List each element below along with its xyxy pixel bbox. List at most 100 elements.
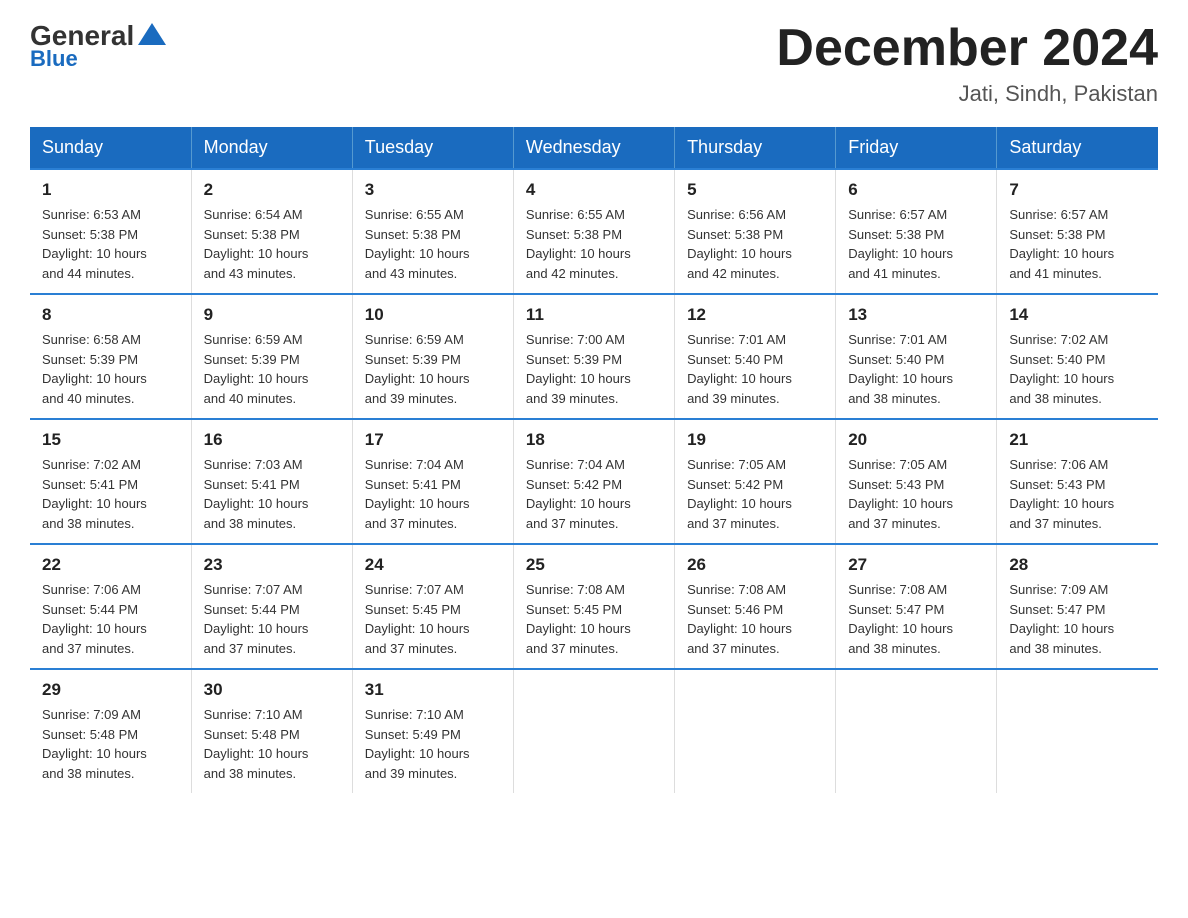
day-number: 1 [42,180,179,200]
table-row: 22 Sunrise: 7:06 AM Sunset: 5:44 PM Dayl… [30,544,191,669]
day-info: Sunrise: 7:09 AM Sunset: 5:47 PM Dayligh… [1009,580,1146,658]
day-info: Sunrise: 7:04 AM Sunset: 5:42 PM Dayligh… [526,455,662,533]
table-row: 14 Sunrise: 7:02 AM Sunset: 5:40 PM Dayl… [997,294,1158,419]
table-row: 8 Sunrise: 6:58 AM Sunset: 5:39 PM Dayli… [30,294,191,419]
col-sunday: Sunday [30,127,191,169]
day-number: 16 [204,430,340,450]
table-row [997,669,1158,793]
day-number: 7 [1009,180,1146,200]
day-info: Sunrise: 6:58 AM Sunset: 5:39 PM Dayligh… [42,330,179,408]
day-info: Sunrise: 7:05 AM Sunset: 5:42 PM Dayligh… [687,455,823,533]
day-info: Sunrise: 7:03 AM Sunset: 5:41 PM Dayligh… [204,455,340,533]
day-number: 17 [365,430,501,450]
day-info: Sunrise: 6:55 AM Sunset: 5:38 PM Dayligh… [365,205,501,283]
day-info: Sunrise: 7:09 AM Sunset: 5:48 PM Dayligh… [42,705,179,783]
day-number: 18 [526,430,662,450]
table-row: 17 Sunrise: 7:04 AM Sunset: 5:41 PM Dayl… [352,419,513,544]
table-row: 19 Sunrise: 7:05 AM Sunset: 5:42 PM Dayl… [675,419,836,544]
day-number: 4 [526,180,662,200]
day-number: 10 [365,305,501,325]
day-number: 8 [42,305,179,325]
day-info: Sunrise: 6:55 AM Sunset: 5:38 PM Dayligh… [526,205,662,283]
day-info: Sunrise: 7:01 AM Sunset: 5:40 PM Dayligh… [687,330,823,408]
day-info: Sunrise: 7:08 AM Sunset: 5:47 PM Dayligh… [848,580,984,658]
day-info: Sunrise: 7:02 AM Sunset: 5:40 PM Dayligh… [1009,330,1146,408]
logo-blue-text: Blue [30,46,78,72]
page-header: General Blue December 2024 Jati, Sindh, … [30,20,1158,107]
day-number: 9 [204,305,340,325]
day-number: 23 [204,555,340,575]
table-row: 29 Sunrise: 7:09 AM Sunset: 5:48 PM Dayl… [30,669,191,793]
logo: General Blue [30,20,170,72]
day-info: Sunrise: 7:02 AM Sunset: 5:41 PM Dayligh… [42,455,179,533]
table-row: 3 Sunrise: 6:55 AM Sunset: 5:38 PM Dayli… [352,169,513,294]
day-info: Sunrise: 6:59 AM Sunset: 5:39 PM Dayligh… [204,330,340,408]
table-row: 7 Sunrise: 6:57 AM Sunset: 5:38 PM Dayli… [997,169,1158,294]
table-row: 30 Sunrise: 7:10 AM Sunset: 5:48 PM Dayl… [191,669,352,793]
calendar-week-row: 15 Sunrise: 7:02 AM Sunset: 5:41 PM Dayl… [30,419,1158,544]
day-info: Sunrise: 7:06 AM Sunset: 5:44 PM Dayligh… [42,580,179,658]
calendar-header-row: Sunday Monday Tuesday Wednesday Thursday… [30,127,1158,169]
day-info: Sunrise: 6:54 AM Sunset: 5:38 PM Dayligh… [204,205,340,283]
day-number: 27 [848,555,984,575]
col-thursday: Thursday [675,127,836,169]
day-number: 28 [1009,555,1146,575]
day-number: 25 [526,555,662,575]
table-row: 9 Sunrise: 6:59 AM Sunset: 5:39 PM Dayli… [191,294,352,419]
table-row: 13 Sunrise: 7:01 AM Sunset: 5:40 PM Dayl… [836,294,997,419]
day-info: Sunrise: 7:06 AM Sunset: 5:43 PM Dayligh… [1009,455,1146,533]
day-number: 30 [204,680,340,700]
table-row: 12 Sunrise: 7:01 AM Sunset: 5:40 PM Dayl… [675,294,836,419]
day-info: Sunrise: 6:56 AM Sunset: 5:38 PM Dayligh… [687,205,823,283]
table-row: 5 Sunrise: 6:56 AM Sunset: 5:38 PM Dayli… [675,169,836,294]
table-row: 1 Sunrise: 6:53 AM Sunset: 5:38 PM Dayli… [30,169,191,294]
col-saturday: Saturday [997,127,1158,169]
day-number: 6 [848,180,984,200]
day-info: Sunrise: 6:57 AM Sunset: 5:38 PM Dayligh… [1009,205,1146,283]
table-row: 4 Sunrise: 6:55 AM Sunset: 5:38 PM Dayli… [513,169,674,294]
table-row: 18 Sunrise: 7:04 AM Sunset: 5:42 PM Dayl… [513,419,674,544]
calendar-week-row: 1 Sunrise: 6:53 AM Sunset: 5:38 PM Dayli… [30,169,1158,294]
day-info: Sunrise: 7:10 AM Sunset: 5:48 PM Dayligh… [204,705,340,783]
day-number: 2 [204,180,340,200]
day-number: 13 [848,305,984,325]
day-number: 20 [848,430,984,450]
day-info: Sunrise: 6:59 AM Sunset: 5:39 PM Dayligh… [365,330,501,408]
month-title: December 2024 [776,20,1158,77]
table-row: 23 Sunrise: 7:07 AM Sunset: 5:44 PM Dayl… [191,544,352,669]
day-info: Sunrise: 7:04 AM Sunset: 5:41 PM Dayligh… [365,455,501,533]
day-info: Sunrise: 7:07 AM Sunset: 5:45 PM Dayligh… [365,580,501,658]
day-number: 12 [687,305,823,325]
day-info: Sunrise: 6:53 AM Sunset: 5:38 PM Dayligh… [42,205,179,283]
table-row: 28 Sunrise: 7:09 AM Sunset: 5:47 PM Dayl… [997,544,1158,669]
calendar-week-row: 22 Sunrise: 7:06 AM Sunset: 5:44 PM Dayl… [30,544,1158,669]
table-row: 26 Sunrise: 7:08 AM Sunset: 5:46 PM Dayl… [675,544,836,669]
day-info: Sunrise: 7:00 AM Sunset: 5:39 PM Dayligh… [526,330,662,408]
title-section: December 2024 Jati, Sindh, Pakistan [776,20,1158,107]
table-row: 21 Sunrise: 7:06 AM Sunset: 5:43 PM Dayl… [997,419,1158,544]
day-info: Sunrise: 7:08 AM Sunset: 5:45 PM Dayligh… [526,580,662,658]
location: Jati, Sindh, Pakistan [776,81,1158,107]
day-number: 15 [42,430,179,450]
table-row: 11 Sunrise: 7:00 AM Sunset: 5:39 PM Dayl… [513,294,674,419]
table-row: 16 Sunrise: 7:03 AM Sunset: 5:41 PM Dayl… [191,419,352,544]
calendar-week-row: 29 Sunrise: 7:09 AM Sunset: 5:48 PM Dayl… [30,669,1158,793]
table-row: 24 Sunrise: 7:07 AM Sunset: 5:45 PM Dayl… [352,544,513,669]
col-tuesday: Tuesday [352,127,513,169]
table-row: 27 Sunrise: 7:08 AM Sunset: 5:47 PM Dayl… [836,544,997,669]
table-row [513,669,674,793]
table-row [675,669,836,793]
day-number: 21 [1009,430,1146,450]
day-number: 26 [687,555,823,575]
day-info: Sunrise: 7:01 AM Sunset: 5:40 PM Dayligh… [848,330,984,408]
day-info: Sunrise: 7:05 AM Sunset: 5:43 PM Dayligh… [848,455,984,533]
table-row: 10 Sunrise: 6:59 AM Sunset: 5:39 PM Dayl… [352,294,513,419]
table-row: 15 Sunrise: 7:02 AM Sunset: 5:41 PM Dayl… [30,419,191,544]
table-row: 6 Sunrise: 6:57 AM Sunset: 5:38 PM Dayli… [836,169,997,294]
day-info: Sunrise: 7:08 AM Sunset: 5:46 PM Dayligh… [687,580,823,658]
col-friday: Friday [836,127,997,169]
table-row: 2 Sunrise: 6:54 AM Sunset: 5:38 PM Dayli… [191,169,352,294]
table-row: 25 Sunrise: 7:08 AM Sunset: 5:45 PM Dayl… [513,544,674,669]
col-monday: Monday [191,127,352,169]
day-number: 11 [526,305,662,325]
